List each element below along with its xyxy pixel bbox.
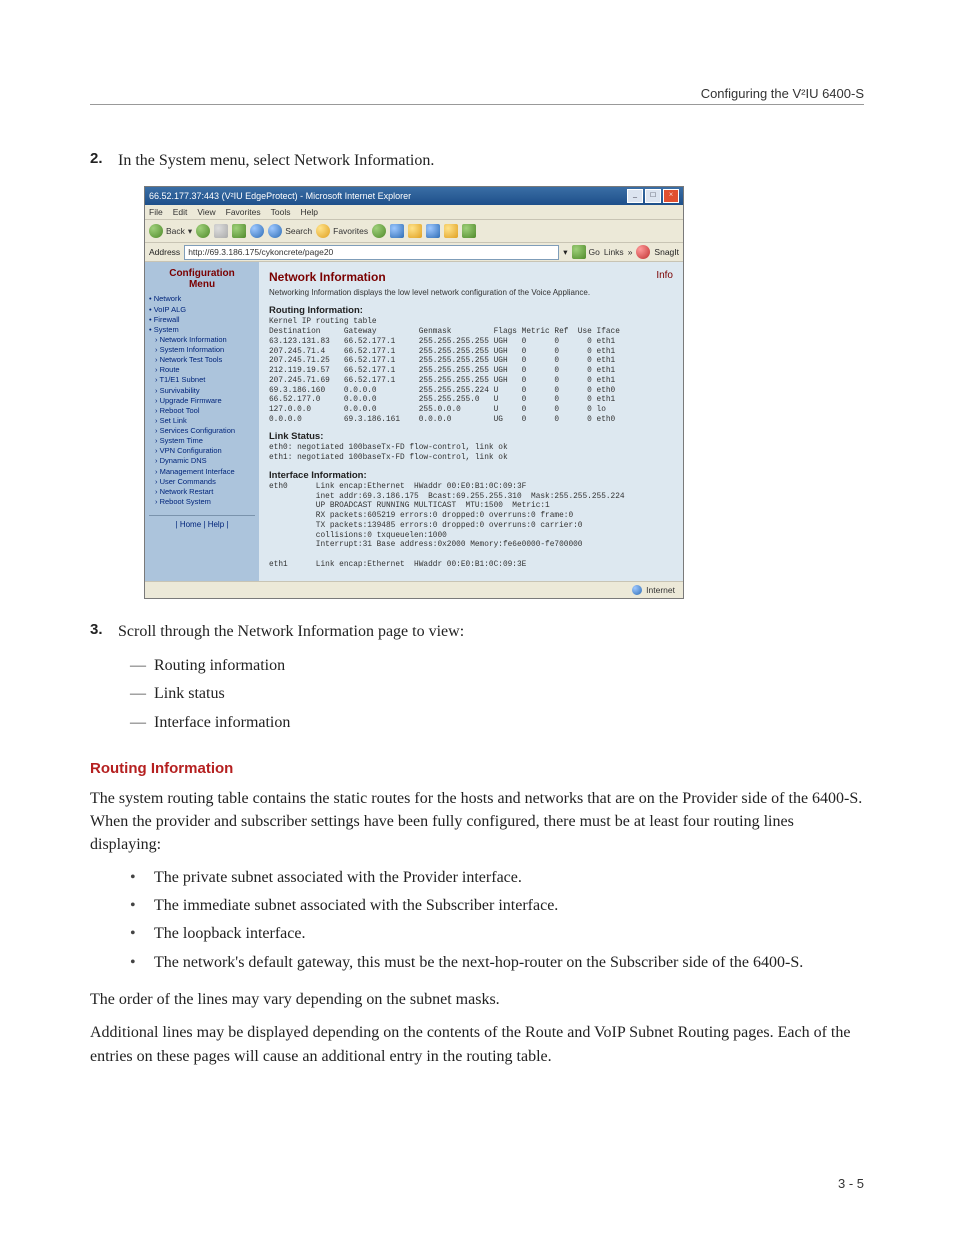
step3-item-link: Link status [130, 683, 864, 705]
go-label: Go [589, 247, 600, 257]
step3-item-interface: Interface information [130, 712, 864, 734]
sidebar-head-1: Configuration [149, 268, 255, 279]
link-status-heading: Link Status: [269, 431, 673, 442]
main-title: Network Information [269, 270, 673, 284]
address-field: http://69.3.186.175/cykoncrete/page20 [184, 245, 559, 260]
print-icon [426, 224, 440, 238]
menu-help: Help [300, 207, 317, 217]
links-label: Links [604, 247, 624, 257]
sidebar-item-mgmt-interface: Management Interface [149, 467, 255, 477]
discuss-icon [462, 224, 476, 238]
routing-table: Kernel IP routing table Destination Gate… [269, 318, 673, 425]
refresh-icon [232, 224, 246, 238]
config-sidebar: Configuration Menu Network VoIP ALG Fire… [145, 262, 259, 580]
history-icon [390, 224, 404, 238]
minimize-icon: _ [627, 189, 643, 203]
sidebar-item-dynamic-dns: Dynamic DNS [149, 456, 255, 466]
step-2-number: 2. [90, 150, 118, 172]
window-title: 66.52.177.37:443 (V²IU EdgeProtect) - Mi… [149, 191, 411, 201]
forward-icon [196, 224, 210, 238]
ie-statusbar: Internet [145, 581, 683, 598]
sidebar-item-services-config: Services Configuration [149, 426, 255, 436]
menu-view: View [197, 207, 215, 217]
snagit-icon [636, 245, 650, 259]
ie-toolbar: Back ▾ Search Favorites [145, 220, 683, 243]
menu-tools: Tools [271, 207, 291, 217]
sidebar-item-reboot-system: Reboot System [149, 497, 255, 507]
maximize-icon: □ [645, 189, 661, 203]
bullet-loopback: The loopback interface. [130, 923, 864, 945]
favorites-icon [316, 224, 330, 238]
interface-text: eth0 Link encap:Ethernet HWaddr 00:E0:B1… [269, 483, 673, 571]
sidebar-item-set-link: Set Link [149, 416, 255, 426]
stop-icon [214, 224, 228, 238]
step-3-text: Scroll through the Network Information p… [118, 621, 464, 643]
sidebar-item-network-test-tools: Network Test Tools [149, 355, 255, 365]
info-link: Info [656, 270, 673, 281]
sidebar-item-vpn-config: VPN Configuration [149, 446, 255, 456]
sidebar-item-network-restart: Network Restart [149, 487, 255, 497]
main-description: Networking Information displays the low … [269, 288, 673, 297]
menu-edit: Edit [173, 207, 188, 217]
link-status-text: eth0: negotiated 100baseTx-FD flow-contr… [269, 444, 673, 463]
routing-para-3: Additional lines may be displayed depend… [90, 1021, 864, 1067]
sidebar-item-system: System [149, 325, 255, 335]
bullet-default-gateway: The network's default gateway, this must… [130, 952, 864, 974]
media-icon [372, 224, 386, 238]
snagit-label: SnagIt [654, 247, 679, 257]
menu-file: File [149, 207, 163, 217]
favorites-label: Favorites [333, 226, 368, 236]
header-rule [90, 104, 864, 105]
ie-addressbar: Address http://69.3.186.175/cykoncrete/p… [145, 243, 683, 262]
sidebar-item-route: Route [149, 365, 255, 375]
sidebar-home-help: | Home | Help | [149, 515, 255, 529]
sidebar-item-upgrade-firmware: Upgrade Firmware [149, 396, 255, 406]
bullet-private-subnet: The private subnet associated with the P… [130, 867, 864, 889]
menu-favorites: Favorites [226, 207, 261, 217]
sidebar-item-system-information: System Information [149, 345, 255, 355]
search-icon [268, 224, 282, 238]
sidebar-item-user-commands: User Commands [149, 477, 255, 487]
sidebar-item-firewall: Firewall [149, 315, 255, 325]
main-pane: Network Information Info Networking Info… [259, 262, 683, 580]
sidebar-item-network: Network [149, 294, 255, 304]
step3-item-routing: Routing information [130, 655, 864, 677]
page-number: 3 - 5 [838, 1176, 864, 1191]
ie-menubar: File Edit View Favorites Tools Help [145, 205, 683, 220]
back-icon [149, 224, 163, 238]
search-label: Search [285, 226, 312, 236]
back-label: Back [166, 226, 185, 236]
running-header: Configuring the V²IU 6400-S [701, 86, 864, 101]
network-info-screenshot: 66.52.177.37:443 (V²IU EdgeProtect) - Mi… [144, 186, 684, 598]
interface-heading: Interface Information: [269, 470, 673, 481]
home-icon [250, 224, 264, 238]
sidebar-item-t1e1-subnet: T1/E1 Subnet [149, 375, 255, 385]
sidebar-item-voip-alg: VoIP ALG [149, 305, 255, 315]
ie-titlebar: 66.52.177.37:443 (V²IU EdgeProtect) - Mi… [145, 187, 683, 205]
sidebar-item-survivability: Survivability [149, 386, 255, 396]
status-zone-label: Internet [646, 585, 675, 595]
internet-zone-icon [632, 585, 642, 595]
sidebar-head-2: Menu [149, 279, 255, 290]
routing-heading: Routing Information: [269, 305, 673, 316]
bullet-immediate-subnet: The immediate subnet associated with the… [130, 895, 864, 917]
sidebar-item-reboot-tool: Reboot Tool [149, 406, 255, 416]
sidebar-item-system-time: System Time [149, 436, 255, 446]
close-icon: × [663, 189, 679, 203]
edit-icon [444, 224, 458, 238]
address-label: Address [149, 247, 180, 257]
step-2-text: In the System menu, select Network Infor… [118, 150, 434, 172]
section-routing-information: Routing Information [90, 760, 864, 777]
go-icon [572, 245, 586, 259]
mail-icon [408, 224, 422, 238]
step-3-number: 3. [90, 621, 118, 643]
routing-para-1: The system routing table contains the st… [90, 787, 864, 857]
sidebar-item-network-information: Network Information [149, 335, 255, 345]
routing-para-2: The order of the lines may vary dependin… [90, 988, 864, 1011]
